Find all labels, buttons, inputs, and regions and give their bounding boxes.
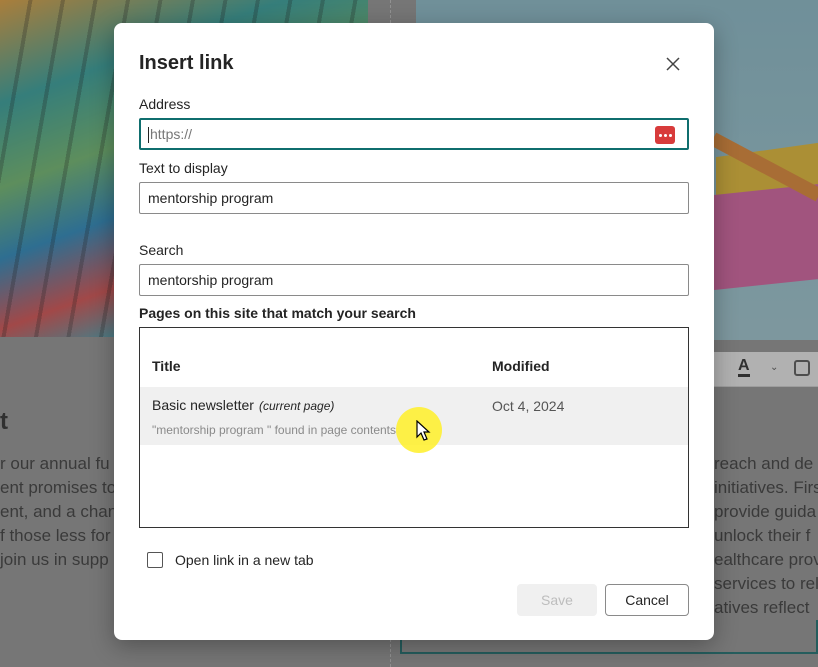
- close-icon: [666, 57, 680, 71]
- current-page-tag: (current page): [259, 399, 335, 413]
- open-new-tab-checkbox[interactable]: [147, 552, 163, 568]
- close-button[interactable]: [660, 51, 686, 77]
- open-new-tab-label[interactable]: Open link in a new tab: [175, 552, 314, 568]
- column-header-title[interactable]: Title: [152, 358, 181, 374]
- password-manager-icon[interactable]: [655, 126, 675, 144]
- save-button[interactable]: Save: [517, 584, 597, 616]
- address-input[interactable]: https://: [139, 118, 689, 150]
- mouse-pointer-icon: [416, 420, 431, 441]
- search-input[interactable]: mentorship program: [139, 264, 689, 296]
- result-modified-date: Oct 4, 2024: [492, 398, 565, 414]
- insert-link-dialog: Insert link Address https:// Text to dis…: [114, 23, 714, 640]
- result-title: Basic newsletter: [152, 397, 254, 413]
- result-match-text: "mentorship program " found in page cont…: [152, 423, 396, 437]
- address-placeholder: https://: [150, 126, 193, 142]
- text-caret: [148, 127, 149, 144]
- address-label: Address: [139, 96, 191, 112]
- text-to-display-label: Text to display: [139, 160, 228, 176]
- text-to-display-input[interactable]: mentorship program: [139, 182, 689, 214]
- dialog-title: Insert link: [139, 52, 234, 74]
- column-header-modified[interactable]: Modified: [492, 358, 550, 374]
- cancel-button[interactable]: Cancel: [605, 584, 689, 616]
- search-label: Search: [139, 242, 184, 258]
- results-label: Pages on this site that match your searc…: [139, 305, 416, 321]
